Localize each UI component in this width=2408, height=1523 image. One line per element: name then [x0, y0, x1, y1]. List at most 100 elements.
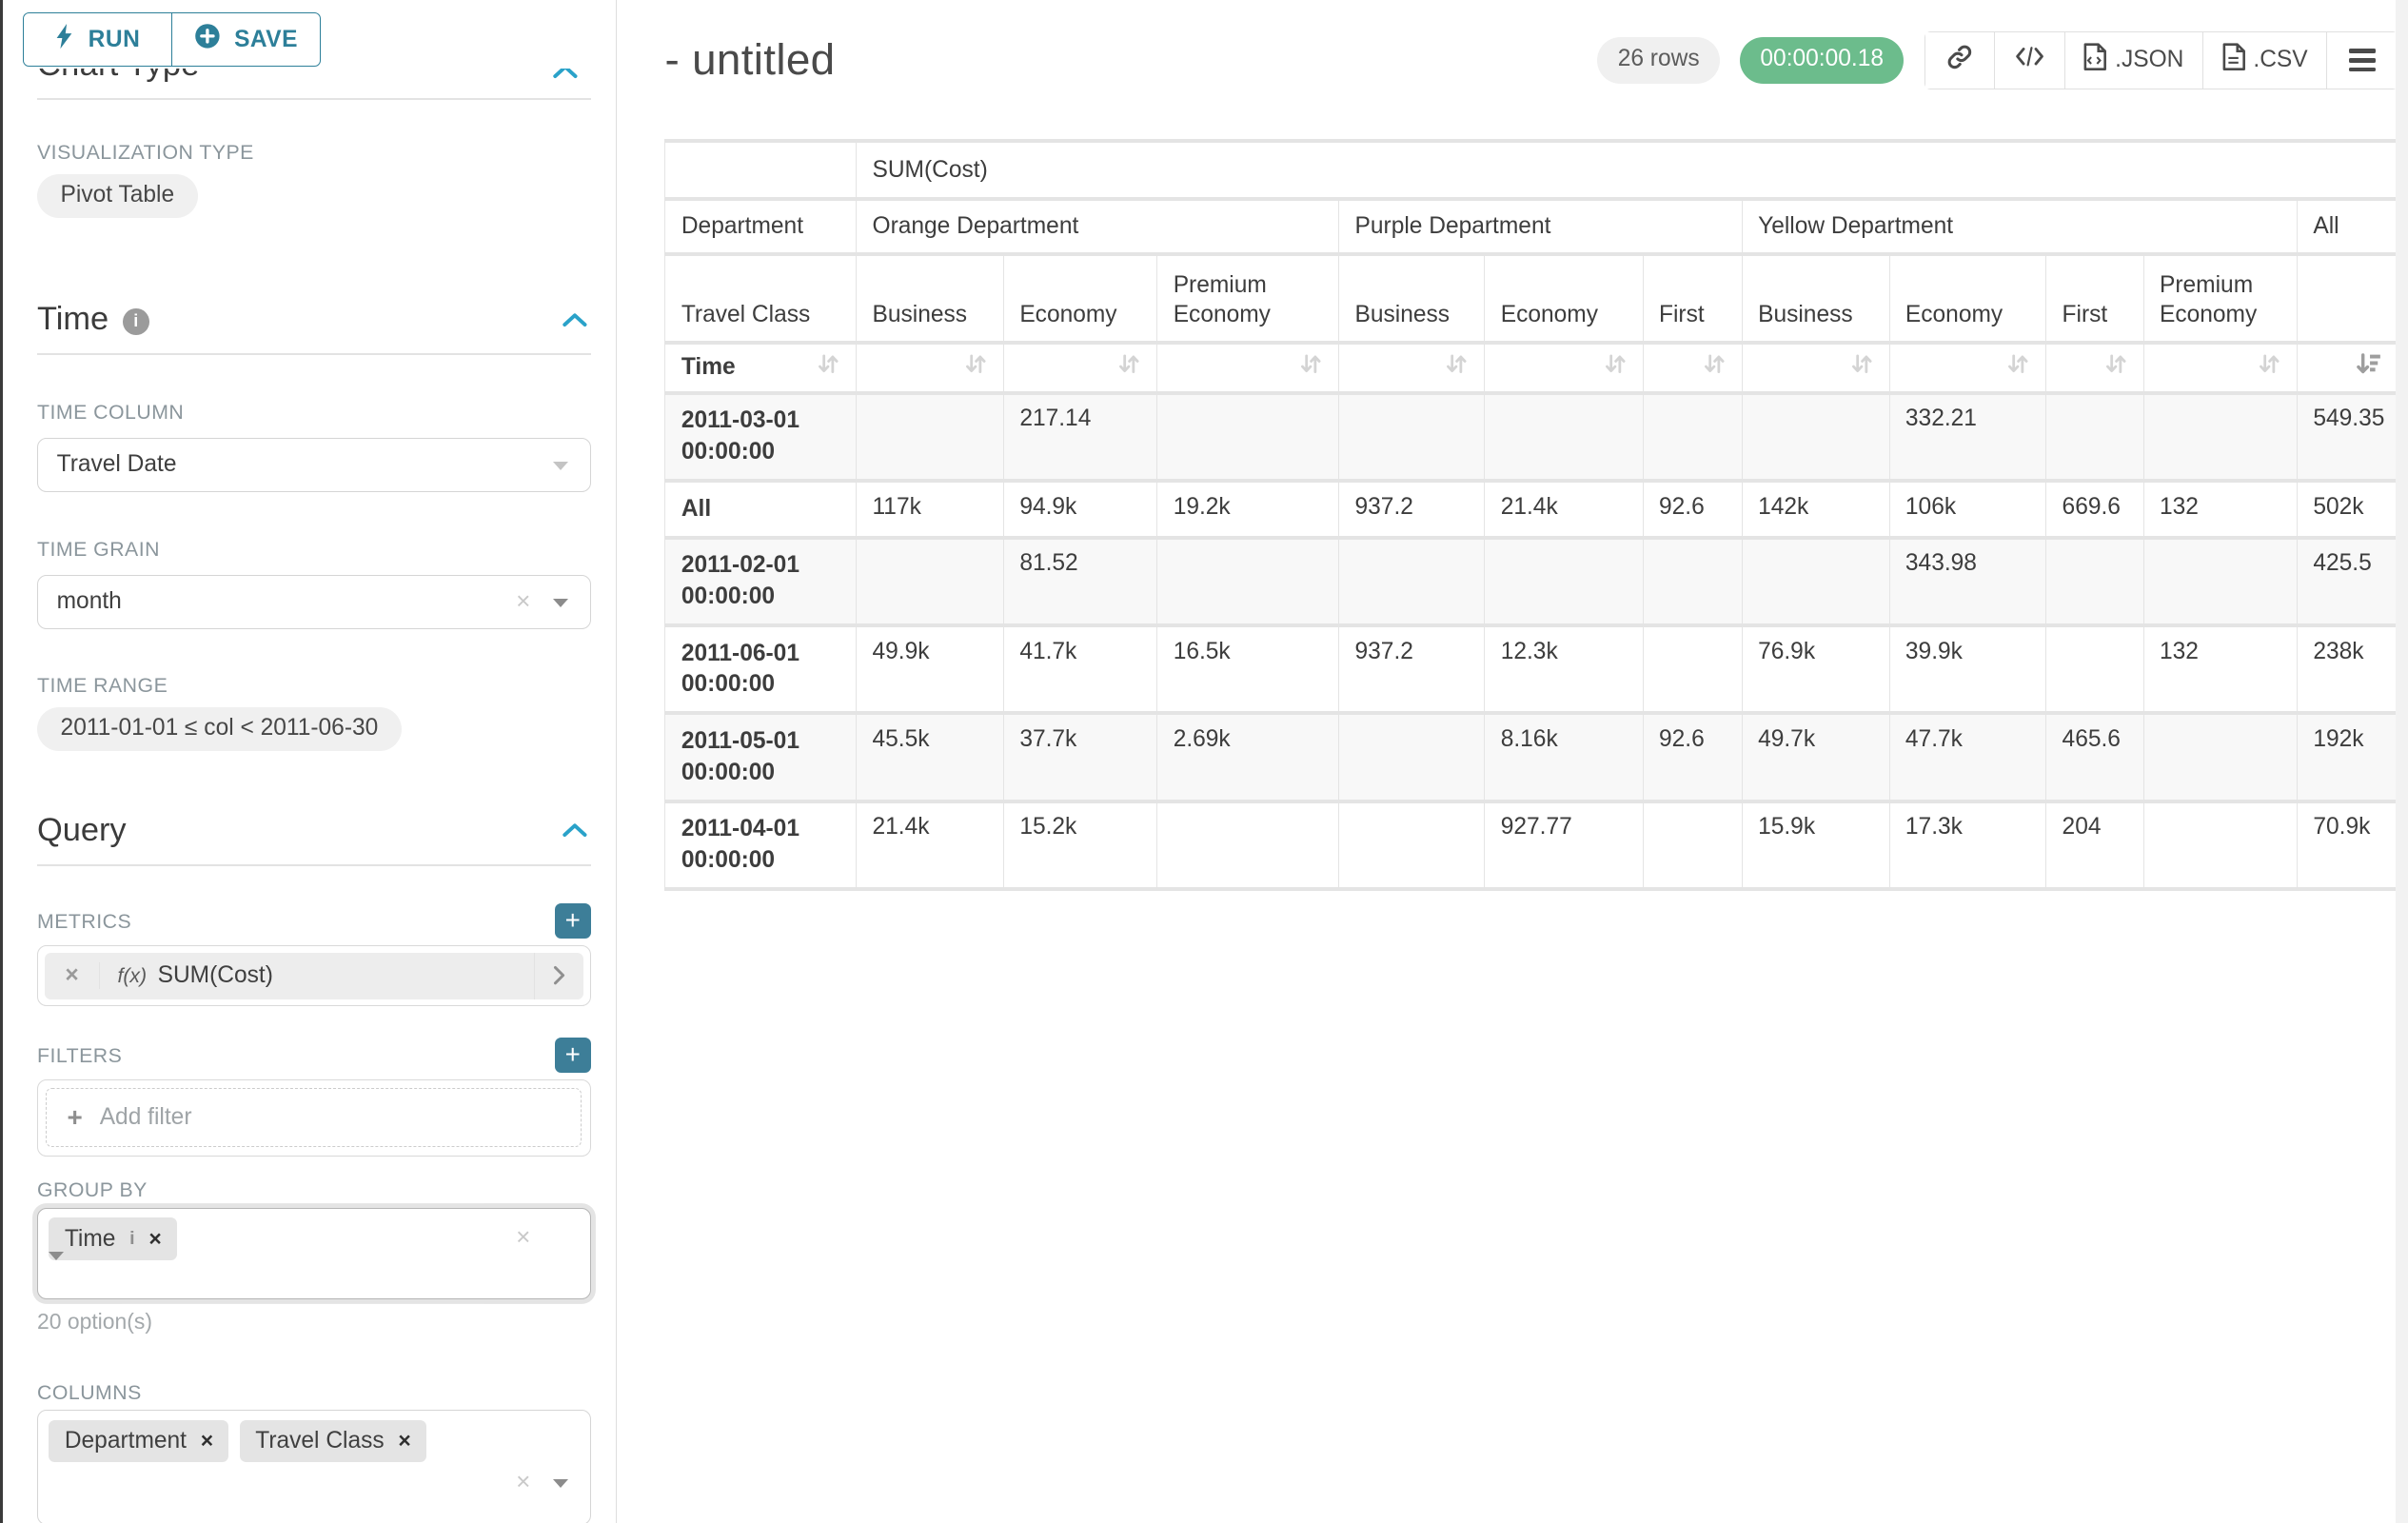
- selected-value-tag[interactable]: Travel Class×: [240, 1420, 426, 1462]
- time-grain-select[interactable]: month ×: [37, 575, 591, 629]
- sort-icon[interactable]: [2006, 352, 2030, 383]
- panel-toolbar: RUN SAVE: [3, 0, 614, 69]
- pivot-value-cell: [1485, 540, 1642, 623]
- sort-icon[interactable]: [964, 352, 988, 383]
- pivot-value-cell: [2144, 715, 2297, 799]
- pivot-sort-cell[interactable]: [2144, 345, 2297, 391]
- pivot-class-header: Economy: [1004, 256, 1156, 340]
- chevron-right-icon[interactable]: [534, 953, 583, 999]
- pivot-value-cell: [1157, 540, 1338, 623]
- sort-icon[interactable]: [1445, 352, 1469, 383]
- row-count-badge: 26 rows: [1597, 37, 1719, 84]
- clear-icon[interactable]: ×: [516, 586, 530, 616]
- sort-icon[interactable]: [1604, 352, 1628, 383]
- pivot-value-cell: 15.9k: [1743, 803, 1889, 887]
- pivot-row-header: 2011-05-01 00:00:00: [665, 715, 856, 799]
- pivot-value-cell: 21.4k: [857, 803, 1003, 887]
- query-section-label: Query: [37, 812, 127, 849]
- sort-icon[interactable]: [2104, 352, 2128, 383]
- pivot-value-cell: 117k: [857, 483, 1003, 536]
- pivot-group-header: All: [2298, 201, 2398, 252]
- chart-title[interactable]: - untitled: [664, 35, 835, 85]
- pivot-sort-cell[interactable]: [1004, 345, 1156, 391]
- pivot-value-cell: 217.14: [1004, 395, 1156, 479]
- export-json-button[interactable]: .JSON: [2065, 32, 2203, 89]
- pivot-class-header: Economy: [1485, 256, 1642, 340]
- plus-circle-icon: [194, 23, 221, 56]
- sort-icon[interactable]: [2258, 352, 2281, 383]
- pivot-corner-cell: [665, 143, 856, 197]
- remove-tag-icon[interactable]: ×: [148, 1226, 161, 1252]
- sort-icon[interactable]: [1117, 352, 1141, 383]
- pivot-sort-cell[interactable]: [1157, 345, 1338, 391]
- pivot-sort-cell[interactable]: [2298, 345, 2398, 391]
- pivot-sort-cell[interactable]: [1743, 345, 1889, 391]
- add-filter-button[interactable]: +: [555, 1038, 591, 1074]
- remove-tag-icon[interactable]: ×: [398, 1428, 410, 1454]
- info-icon[interactable]: i: [123, 308, 149, 335]
- pivot-sort-cell[interactable]: [2046, 345, 2142, 391]
- pivot-value-cell: 204: [2046, 803, 2142, 887]
- pivot-value-cell: 92.6: [1644, 715, 1742, 799]
- clear-icon[interactable]: ×: [516, 1467, 530, 1496]
- pivot-metric-row: SUM(Cost): [665, 143, 2397, 197]
- hamburger-icon: [2349, 49, 2376, 72]
- selected-value-tag[interactable]: Department×: [49, 1420, 228, 1462]
- info-icon: i: [129, 1228, 134, 1250]
- plus-icon: +: [67, 1102, 82, 1133]
- sort-icon[interactable]: [817, 352, 840, 383]
- pivot-table: SUM(Cost)DepartmentOrange DepartmentPurp…: [664, 139, 2398, 891]
- pivot-group-header: Purple Department: [1339, 201, 1742, 252]
- pivot-value-cell: 41.7k: [1004, 627, 1156, 711]
- vertical-scrollbar[interactable]: [2396, 0, 2408, 1523]
- pivot-value-cell: [2046, 540, 2142, 623]
- collapse-query-section-icon[interactable]: [562, 816, 588, 845]
- time-label: Time: [681, 354, 736, 381]
- remove-tag-icon[interactable]: ×: [201, 1428, 213, 1454]
- pivot-row-header: All: [665, 483, 856, 536]
- sort-icon[interactable]: [1703, 352, 1727, 383]
- pivot-row-header: 2011-02-01 00:00:00: [665, 540, 856, 623]
- pivot-value-cell: [1743, 540, 1889, 623]
- pivot-sort-cell[interactable]: [1890, 345, 2046, 391]
- pivot-value-cell: 17.3k: [1890, 803, 2046, 887]
- pivot-time-sort-cell[interactable]: Time: [665, 345, 856, 391]
- json-file-icon: [2083, 43, 2107, 77]
- add-metric-button[interactable]: +: [555, 903, 591, 940]
- pivot-value-cell: [1644, 627, 1742, 711]
- pivot-sort-cell[interactable]: [1339, 345, 1484, 391]
- add-filter-dropzone[interactable]: + Add filter: [46, 1088, 582, 1147]
- copy-link-button[interactable]: [1925, 32, 1996, 89]
- pivot-data-row: All117k94.9k19.2k937.221.4k92.6142k106k6…: [665, 483, 2397, 536]
- time-section-title: Time i: [37, 301, 149, 338]
- export-csv-button[interactable]: .CSV: [2203, 32, 2327, 89]
- time-column-select[interactable]: Travel Date: [37, 438, 591, 492]
- time-section-label: Time: [37, 301, 109, 338]
- metric-chip[interactable]: × f(x) SUM(Cost): [45, 953, 584, 999]
- metric-label: SUM(Cost): [158, 962, 273, 989]
- selected-value-tag[interactable]: Timei×: [49, 1217, 177, 1259]
- time-range-value[interactable]: 2011-01-01 ≤ col < 2011-06-30: [37, 707, 402, 751]
- run-button[interactable]: RUN: [23, 12, 172, 67]
- visualization-type-value[interactable]: Pivot Table: [37, 174, 198, 218]
- remove-metric-icon[interactable]: ×: [45, 962, 101, 989]
- lightning-icon: [55, 24, 74, 55]
- sort-icon[interactable]: [1850, 352, 1874, 383]
- save-button[interactable]: SAVE: [171, 12, 321, 67]
- sort-desc-active-icon[interactable]: [2356, 352, 2382, 383]
- export-csv-label: .CSV: [2253, 47, 2307, 73]
- pivot-value-cell: 132: [2144, 483, 2297, 536]
- pivot-value-cell: 92.6: [1644, 483, 1742, 536]
- visualization-type-label: VISUALIZATION TYPE: [37, 140, 591, 165]
- clear-icon[interactable]: ×: [516, 1222, 530, 1252]
- pivot-sort-cell[interactable]: [1485, 345, 1642, 391]
- embed-code-button[interactable]: [1995, 32, 2065, 89]
- pivot-sort-cell[interactable]: [857, 345, 1003, 391]
- menu-button[interactable]: [2327, 32, 2398, 89]
- pivot-value-cell: [1339, 540, 1484, 623]
- collapse-time-section-icon[interactable]: [562, 305, 588, 334]
- group-by-select[interactable]: Timei× ×: [37, 1208, 591, 1300]
- sort-icon[interactable]: [1299, 352, 1323, 383]
- columns-select[interactable]: Department× Travel Class× ×: [37, 1410, 591, 1523]
- pivot-sort-cell[interactable]: [1644, 345, 1742, 391]
